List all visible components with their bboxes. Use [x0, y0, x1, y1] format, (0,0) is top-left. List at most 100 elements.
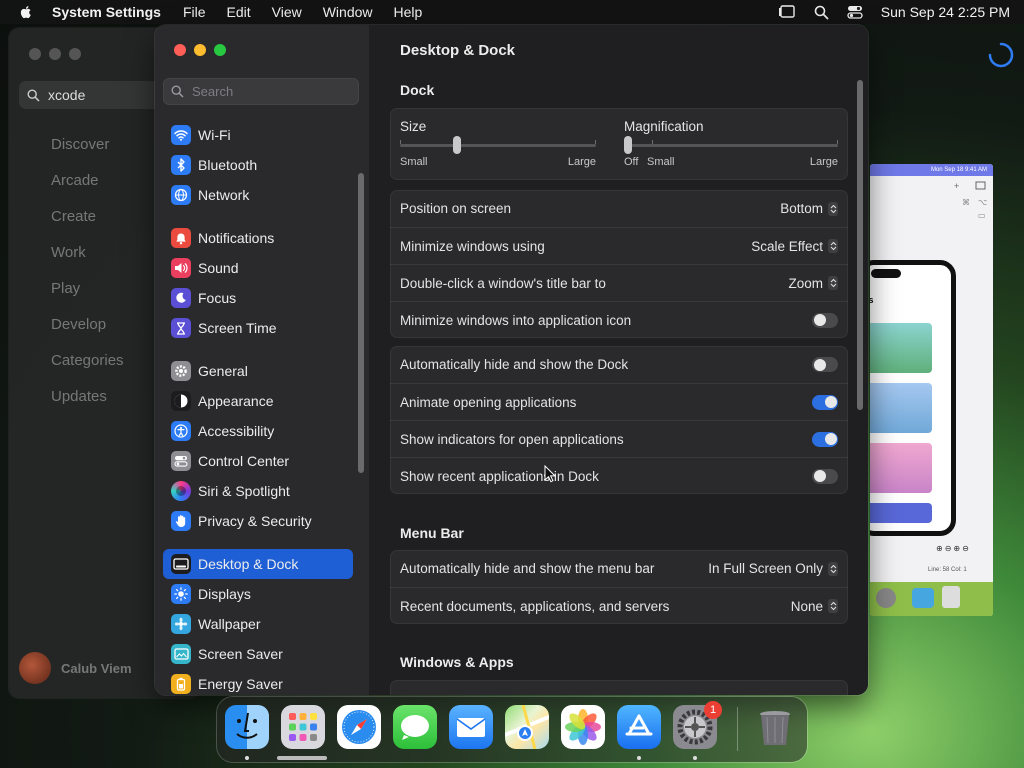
- row-autohide-menu-bar: Automatically hide and show the menu bar…: [390, 550, 848, 587]
- launchpad-icon[interactable]: [281, 705, 325, 749]
- bg-nav-updates[interactable]: Updates: [51, 384, 124, 420]
- control-center-icon[interactable]: [847, 5, 863, 19]
- wallpaper-icon: [171, 614, 191, 634]
- sidebar-item-accessibility[interactable]: Accessibility: [163, 416, 353, 446]
- menu-file[interactable]: File: [183, 4, 206, 20]
- bell-icon: [171, 228, 191, 248]
- accessibility-icon: [171, 421, 191, 441]
- apple-menu-icon[interactable]: [18, 4, 34, 20]
- finder-icon[interactable]: [225, 705, 269, 749]
- autohide-dock-toggle[interactable]: [812, 357, 838, 372]
- photos-icon[interactable]: [561, 705, 605, 749]
- size-slider[interactable]: Size Small Large: [400, 118, 596, 174]
- sidebar-item-energy-saver[interactable]: Energy Saver: [163, 669, 353, 695]
- row-label: Automatically hide and show the menu bar: [400, 561, 655, 576]
- preview-card-3: [870, 443, 932, 493]
- sidebar-item-wifi[interactable]: Wi-Fi: [163, 120, 353, 150]
- maps-icon[interactable]: [504, 704, 550, 750]
- sidebar-item-focus[interactable]: Focus: [163, 283, 353, 313]
- magnification-max-label: Large: [809, 156, 838, 168]
- autohide-menu-bar-popup[interactable]: In Full Screen Only: [708, 561, 838, 576]
- sidebar-item-privacy-security[interactable]: Privacy & Security: [163, 506, 353, 536]
- messages-icon[interactable]: [393, 705, 437, 749]
- bg-nav-work[interactable]: Work: [51, 240, 124, 276]
- size-slider-track[interactable]: [400, 144, 596, 147]
- battery-icon: [171, 674, 191, 694]
- preview-zoom-controls[interactable]: ⊕⊖⊕⊖: [936, 544, 971, 553]
- bg-nav-discover[interactable]: Discover: [51, 132, 124, 168]
- magnification-slider[interactable]: Magnification Off Small Large: [624, 118, 838, 174]
- spotlight-icon[interactable]: [814, 5, 829, 20]
- sidebar-item-wallpaper[interactable]: Wallpaper: [163, 609, 353, 639]
- app-store-icon[interactable]: [617, 705, 661, 749]
- loading-spinner-icon: [988, 42, 1014, 68]
- minimize-into-icon-toggle[interactable]: [812, 312, 838, 328]
- page-title: Desktop & Dock: [400, 42, 516, 59]
- safari-icon[interactable]: [337, 705, 381, 749]
- size-slider-label: Size: [400, 119, 427, 134]
- row-recent-documents: Recent documents, applications, and serv…: [390, 587, 848, 624]
- content-scrollbar[interactable]: [857, 80, 863, 410]
- menu-clock[interactable]: Sun Sep 24 2:25 PM: [881, 4, 1010, 20]
- minimize-effect-popup[interactable]: Scale Effect: [751, 239, 838, 254]
- sidebar-search[interactable]: [163, 78, 359, 105]
- bg-nav-create[interactable]: Create: [51, 204, 124, 240]
- sidebar-item-screen-saver[interactable]: Screen Saver: [163, 639, 353, 669]
- sidebar-scrollbar[interactable]: [358, 173, 364, 473]
- magnification-slider-track[interactable]: [624, 144, 838, 147]
- minimize-button[interactable]: [194, 44, 206, 56]
- sidebar-item-network[interactable]: Network: [163, 180, 353, 210]
- menu-bar: System Settings File Edit View Window He…: [0, 0, 1024, 24]
- settings-content: Desktop & Dock Dock Size Small Large Mag…: [369, 25, 868, 695]
- sidebar-item-screen-time[interactable]: Screen Time: [163, 313, 353, 343]
- bg-nav-play[interactable]: Play: [51, 276, 124, 312]
- animate-opening-toggle[interactable]: [812, 394, 838, 410]
- menu-window[interactable]: Window: [323, 4, 373, 20]
- sidebar-item-label: Accessibility: [198, 423, 275, 439]
- stage-manager-icon[interactable]: [778, 5, 796, 19]
- section-menu-bar-title: Menu Bar: [400, 525, 464, 541]
- sidebar-item-bluetooth[interactable]: Bluetooth: [163, 150, 353, 180]
- show-recent-apps-toggle[interactable]: [812, 468, 838, 484]
- sidebar-item-notifications[interactable]: Notifications: [163, 223, 353, 253]
- menu-edit[interactable]: Edit: [227, 4, 251, 20]
- sidebar-item-displays[interactable]: Displays: [163, 579, 353, 609]
- dock: 1: [217, 697, 807, 762]
- wifi-icon: [171, 125, 191, 145]
- close-button[interactable]: [174, 44, 186, 56]
- bg-nav-categories[interactable]: Categories: [51, 348, 124, 384]
- menu-view[interactable]: View: [272, 4, 302, 20]
- menu-app-name[interactable]: System Settings: [52, 4, 161, 20]
- show-indicators-toggle[interactable]: [812, 431, 838, 447]
- recent-documents-popup[interactable]: None: [791, 599, 838, 614]
- position-popup[interactable]: Bottom: [780, 201, 838, 216]
- zoom-button[interactable]: [214, 44, 226, 56]
- bg-nav-arcade[interactable]: Arcade: [51, 168, 124, 204]
- moon-icon: [171, 288, 191, 308]
- trash-icon[interactable]: [753, 705, 797, 749]
- mouse-pointer-icon: [544, 465, 556, 483]
- mail-icon[interactable]: [449, 705, 493, 749]
- bg-user-account[interactable]: Calub Viem: [19, 652, 132, 684]
- sidebar-item-general[interactable]: General: [163, 356, 353, 386]
- preview-card-2: [870, 383, 932, 433]
- sidebar-item-label: General: [198, 363, 248, 379]
- double-click-popup[interactable]: Zoom: [788, 276, 838, 291]
- magnification-slider-thumb[interactable]: [624, 136, 632, 154]
- svg-text:+: +: [954, 181, 959, 191]
- svg-text:⌘: ⌘: [962, 198, 970, 207]
- search-input[interactable]: [190, 83, 354, 100]
- size-slider-thumb[interactable]: [453, 136, 461, 154]
- sidebar-item-control-center[interactable]: Control Center: [163, 446, 353, 476]
- menu-help[interactable]: Help: [394, 4, 423, 20]
- sidebar-item-label: Wi-Fi: [198, 127, 231, 143]
- bg-search-field[interactable]: xcode: [19, 81, 169, 109]
- sidebar-item-desktop-dock[interactable]: Desktop & Dock: [163, 549, 353, 579]
- bg-nav-develop[interactable]: Develop: [51, 312, 124, 348]
- sidebar-item-label: Sound: [198, 260, 239, 276]
- row-label: Minimize windows using: [400, 238, 545, 254]
- iphone-preview: ds: [870, 260, 956, 536]
- sidebar-item-siri-spotlight[interactable]: Siri & Spotlight: [163, 476, 353, 506]
- sidebar-item-sound[interactable]: Sound: [163, 253, 353, 283]
- sidebar-item-appearance[interactable]: Appearance: [163, 386, 353, 416]
